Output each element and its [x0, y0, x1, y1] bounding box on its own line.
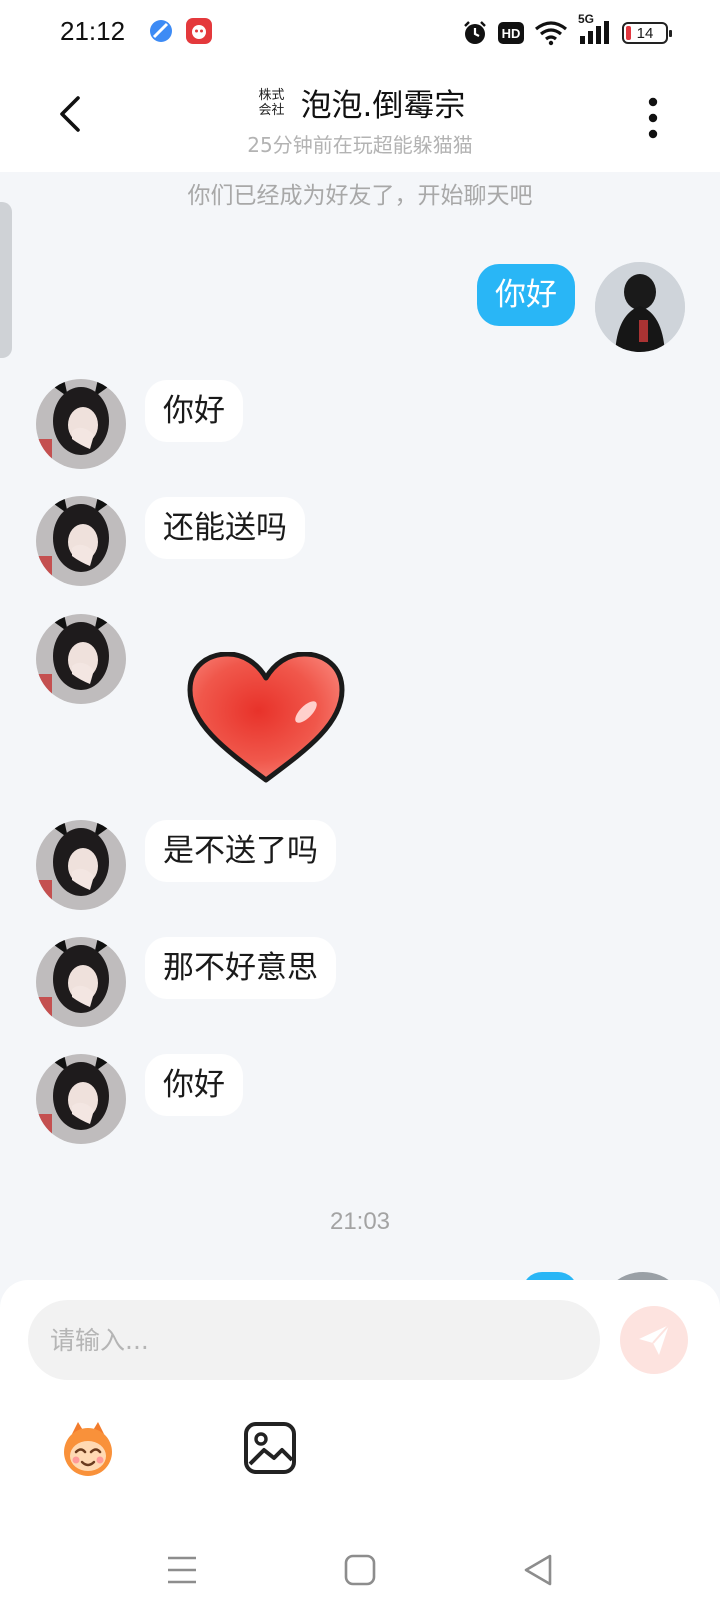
message-bubble-incoming[interactable]: 那不好意思 [145, 937, 336, 999]
contact-avatar[interactable] [36, 1054, 126, 1144]
home-nav-icon[interactable] [340, 1550, 380, 1590]
back-nav-icon[interactable] [518, 1550, 558, 1590]
contact-avatar[interactable] [36, 379, 126, 469]
system-navigation-bar [0, 1540, 720, 1612]
message-timestamp: 21:03 [329, 1208, 391, 1235]
battery-icon: 14 [622, 22, 672, 44]
system-message: 你们已经成为好友了，开始聊天吧 [187, 183, 533, 209]
message-bubble-incoming[interactable]: 你好 [145, 1054, 243, 1116]
contact-avatar[interactable] [36, 820, 126, 910]
app-notification-icon [186, 18, 212, 44]
message-bubble-incoming[interactable]: 还能送吗 [145, 497, 305, 559]
alarm-icon [462, 20, 488, 46]
wifi-icon [534, 20, 568, 46]
menu-nav-icon[interactable] [162, 1550, 202, 1590]
chat-subtitle: 25分钟前在玩超能躲猫猫 [247, 133, 473, 157]
hd-icon: HD [498, 22, 524, 44]
message-input[interactable] [28, 1300, 600, 1380]
contact-avatar[interactable] [36, 937, 126, 1027]
cellular-signal-icon: 5G [578, 12, 612, 46]
more-options-button[interactable] [638, 96, 668, 140]
my-avatar[interactable] [595, 262, 685, 352]
title-badge: 株式 会社 [258, 87, 285, 118]
message-bubble-incoming[interactable]: 你好 [145, 380, 243, 442]
contact-avatar[interactable] [36, 614, 126, 704]
emoji-sticker-icon[interactable] [58, 1418, 118, 1478]
chat-header: 株式 会社 泡泡.倒霉宗 25分钟前在玩超能躲猫猫 [0, 66, 720, 172]
network-type-label: 5G [578, 12, 595, 26]
chat-title-area[interactable]: 株式 会社 泡泡.倒霉宗 25分钟前在玩超能躲猫猫 [0, 80, 720, 158]
contact-avatar[interactable] [36, 496, 126, 586]
scroll-handle[interactable] [0, 202, 12, 358]
message-bubble-outgoing[interactable]: 你好 [477, 264, 575, 326]
message-bubble-incoming[interactable]: 是不送了吗 [145, 820, 336, 882]
image-picker-icon[interactable] [240, 1418, 300, 1478]
battery-level: 14 [636, 24, 654, 42]
chat-title: 泡泡.倒霉宗 [300, 88, 466, 124]
heart-sticker[interactable] [186, 651, 346, 784]
browser-app-icon [148, 18, 174, 44]
send-button[interactable] [620, 1306, 688, 1374]
status-time: 21:12 [60, 16, 126, 46]
status-bar: 21:12 HD 5G 14 [0, 0, 720, 66]
